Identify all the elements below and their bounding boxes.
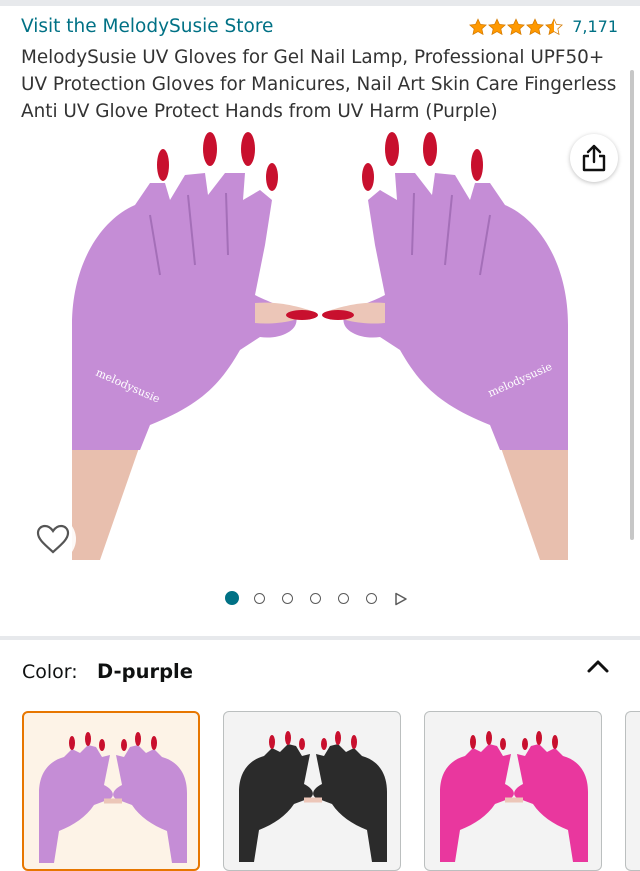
product-title: MelodySusie UV Gloves for Gel Nail Lamp,…: [21, 47, 617, 122]
pagination-dot[interactable]: [338, 593, 349, 604]
star-icon: [526, 17, 545, 35]
image-pagination: [0, 590, 640, 610]
share-button[interactable]: [570, 134, 618, 182]
star-icon: [469, 17, 488, 35]
heart-icon: [36, 524, 70, 554]
color-value: D-purple: [97, 660, 193, 683]
swatch-image: [440, 731, 588, 862]
rating-count-link[interactable]: 7,171: [572, 17, 618, 36]
pagination-dot[interactable]: [310, 593, 321, 604]
chevron-up-icon[interactable]: [585, 657, 611, 677]
swatch-image: [239, 731, 387, 862]
store-link[interactable]: Visit the MelodySusie Store: [21, 16, 273, 37]
share-icon: [582, 144, 606, 172]
pagination-dot-active[interactable]: [225, 591, 239, 605]
color-swatch-pink[interactable]: [424, 711, 602, 871]
star-icon: [488, 17, 507, 35]
half-star-icon: [545, 17, 564, 35]
color-swatch-next[interactable]: [625, 711, 640, 871]
section-divider: [0, 636, 640, 640]
wishlist-button[interactable]: [30, 516, 76, 562]
product-image[interactable]: melodysusie melodysusie: [0, 125, 640, 565]
swatch-image: [39, 732, 187, 863]
star-icon: [507, 17, 526, 35]
rating-summary[interactable]: 7,171: [469, 17, 618, 36]
star-rating: [469, 17, 564, 36]
color-swatch-black[interactable]: [223, 711, 401, 871]
top-strip: [0, 0, 640, 6]
pagination-dot[interactable]: [254, 593, 265, 604]
play-video-icon[interactable]: [394, 592, 408, 606]
color-swatch-purple[interactable]: [22, 711, 200, 871]
color-label: Color:: [22, 661, 78, 683]
pagination-dot[interactable]: [282, 593, 293, 604]
pagination-dot[interactable]: [366, 593, 377, 604]
